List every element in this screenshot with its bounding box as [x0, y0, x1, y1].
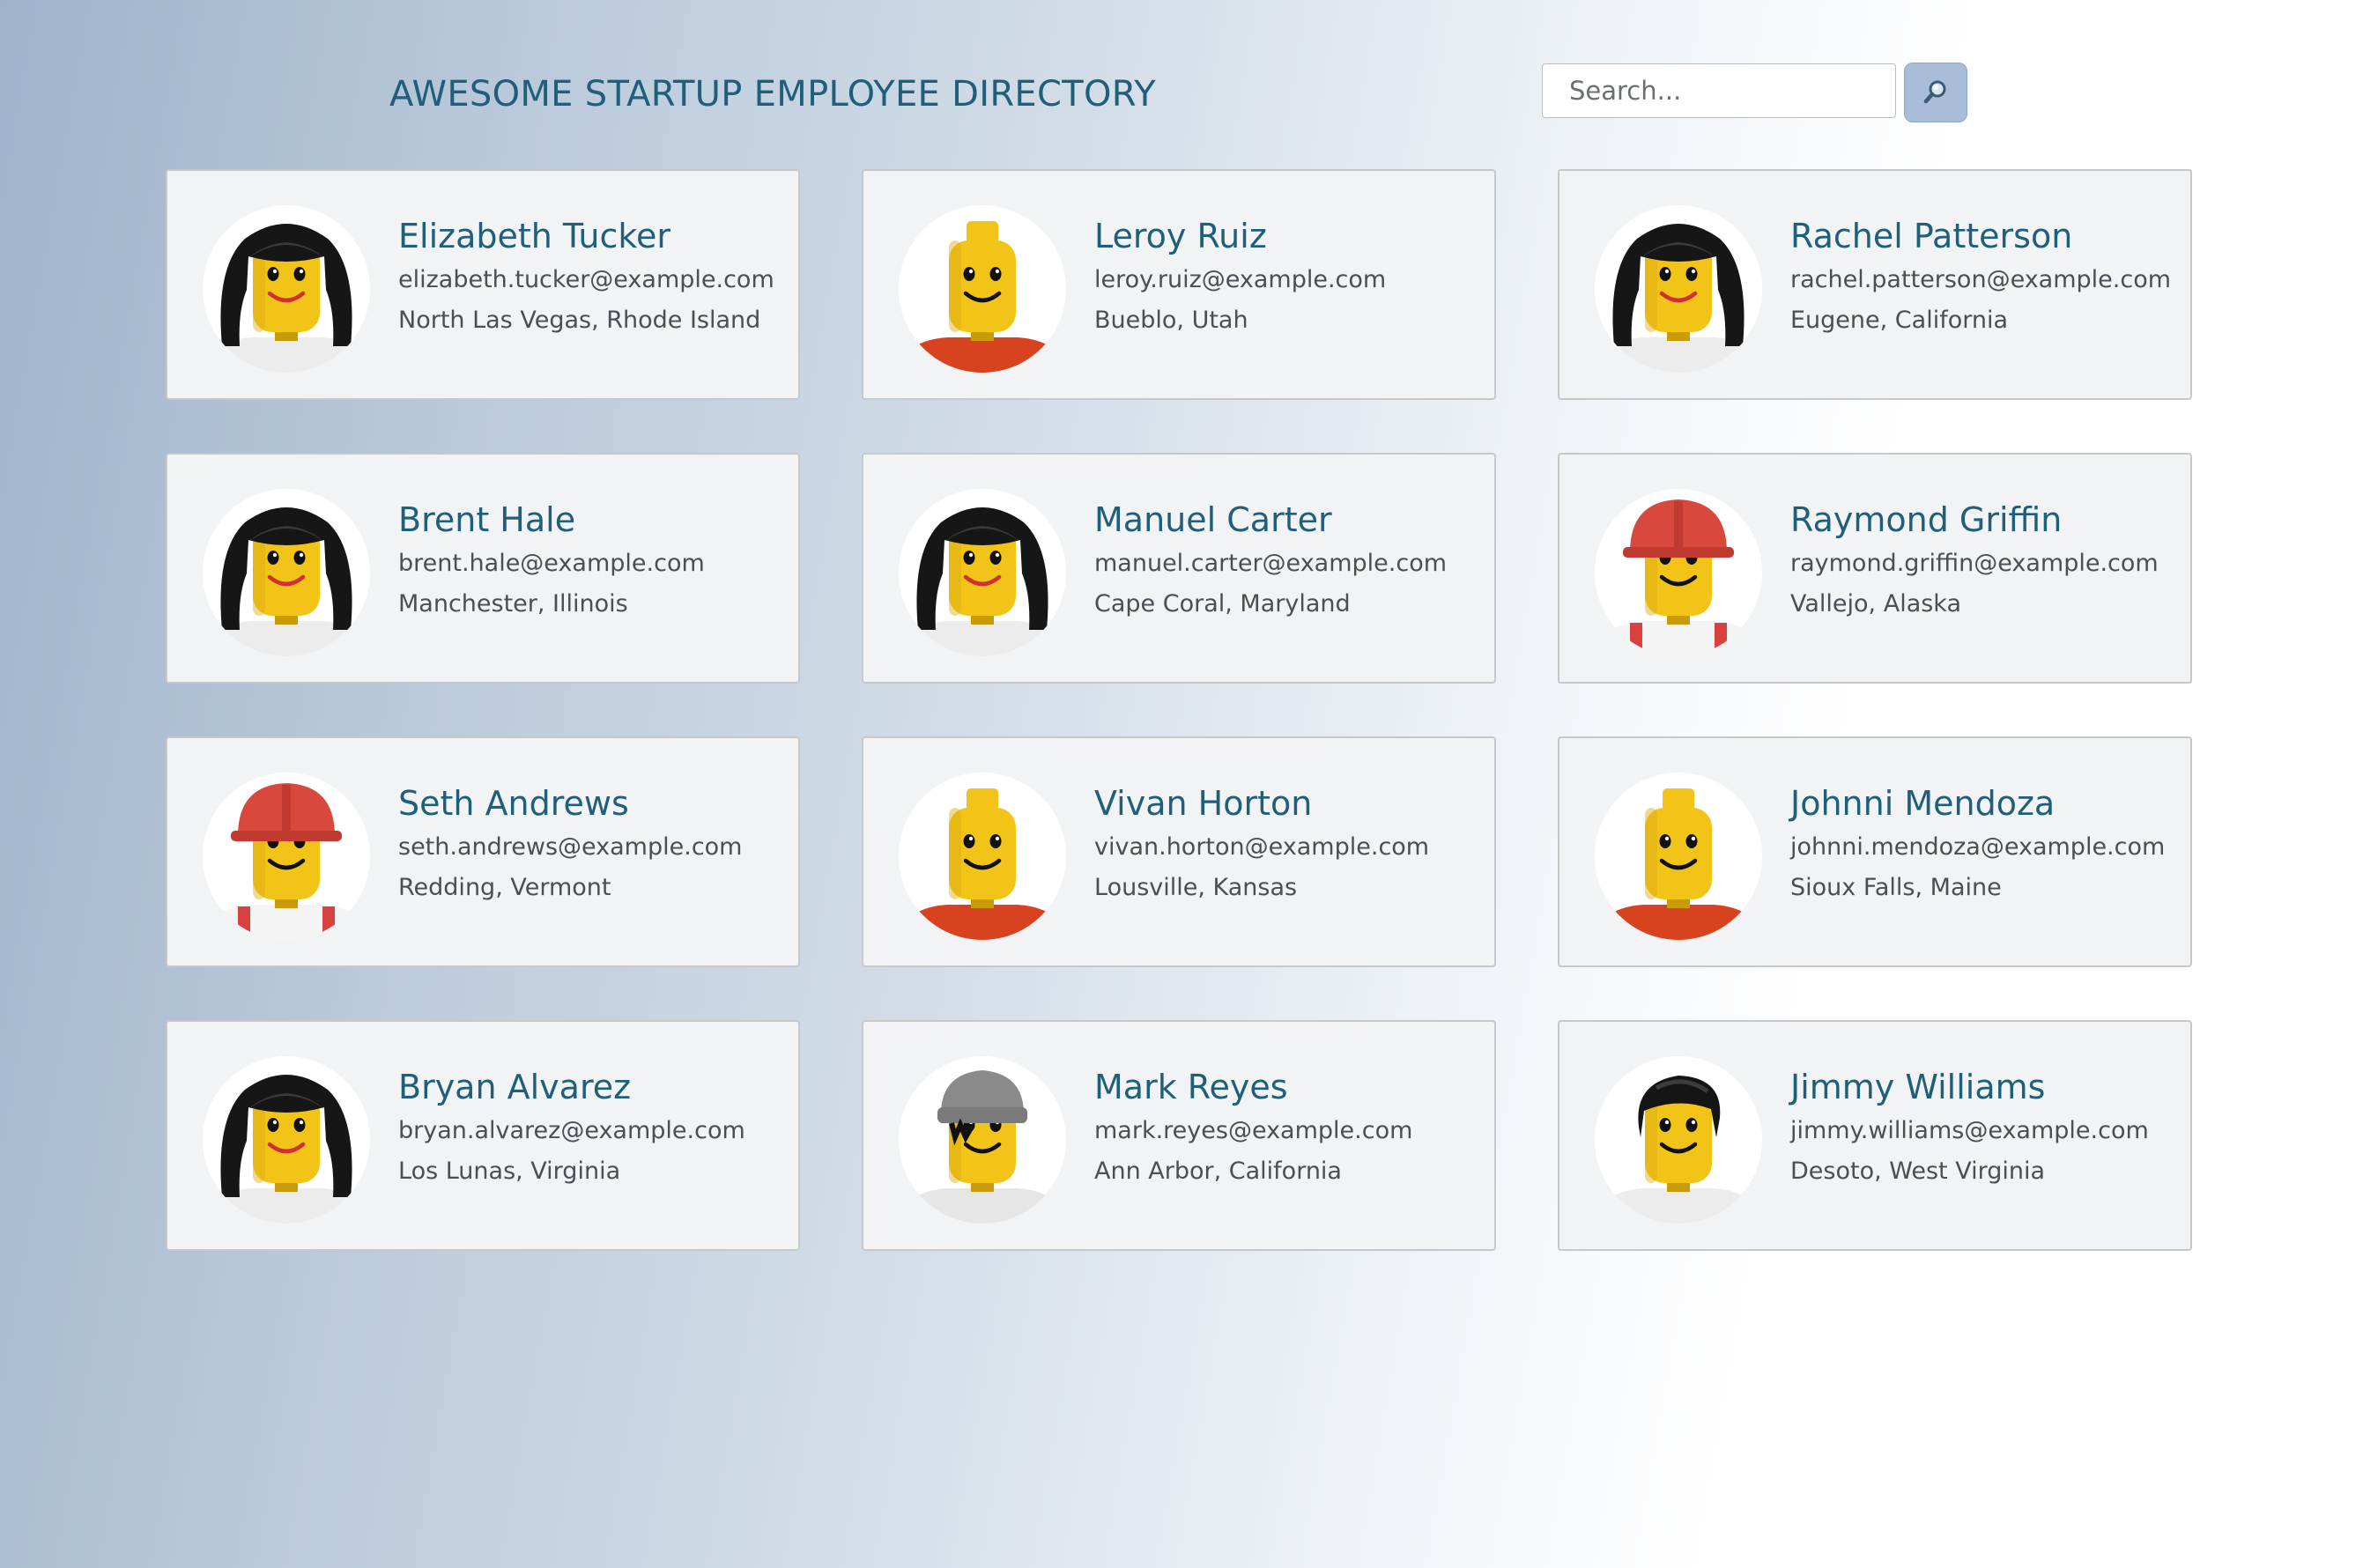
employee-name: Manuel Carter: [1094, 500, 1332, 539]
employee-location: Ann Arbor, California: [1094, 1158, 1342, 1185]
avatar: [899, 205, 1066, 373]
avatar: [899, 773, 1066, 940]
search-button[interactable]: [1904, 63, 1967, 122]
employee-card[interactable]: Seth Andrews seth.andrews@example.com Redd…: [166, 736, 800, 967]
employee-card[interactable]: Leroy Ruiz leroy.ruiz@example.com Bueblo, …: [862, 169, 1496, 400]
employee-location: Cape Coral, Maryland: [1094, 590, 1351, 618]
employee-email: brent.hale@example.com: [398, 550, 705, 577]
employee-email: jimmy.williams@example.com: [1790, 1117, 2149, 1144]
employee-location: Manchester, Illinois: [398, 590, 628, 618]
magnifying-glass-icon: [1922, 78, 1949, 107]
employee-location: Lousville, Kansas: [1094, 874, 1298, 901]
employee-email: manuel.carter@example.com: [1094, 550, 1448, 577]
employee-location: Sioux Falls, Maine: [1790, 874, 2002, 901]
employee-email: bryan.alvarez@example.com: [398, 1117, 745, 1144]
employee-grid: Elizabeth Tucker elizabeth.tucker@example…: [166, 169, 2192, 1251]
employee-card[interactable]: Rachel Patterson rachel.patterson@example…: [1558, 169, 2192, 400]
employee-location: North Las Vegas, Rhode Island: [398, 307, 761, 334]
employee-location: Redding, Vermont: [398, 874, 611, 901]
employee-name: Jimmy Williams: [1790, 1068, 2046, 1106]
employee-location: Eugene, California: [1790, 307, 2009, 334]
employee-location: Vallejo, Alaska: [1790, 590, 1962, 618]
employee-email: mark.reyes@example.com: [1094, 1117, 1413, 1144]
page-title: AWESOME STARTUP EMPLOYEE DIRECTORY: [389, 74, 1157, 115]
avatar: [203, 773, 370, 940]
avatar: [1595, 205, 1762, 373]
employee-email: johnni.mendoza@example.com: [1790, 833, 2166, 861]
employee-email: leroy.ruiz@example.com: [1094, 266, 1387, 293]
employee-name: Bryan Alvarez: [398, 1068, 632, 1106]
employee-email: elizabeth.tucker@example.com: [398, 266, 774, 293]
employee-card[interactable]: Vivan Horton vivan.horton@example.com Lous…: [862, 736, 1496, 967]
employee-name: Elizabeth Tucker: [398, 217, 670, 255]
employee-card[interactable]: Brent Hale brent.hale@example.com Manchest…: [166, 453, 800, 684]
employee-name: Brent Hale: [398, 500, 576, 539]
employee-location: Desoto, West Virginia: [1790, 1158, 2046, 1185]
avatar: [1595, 773, 1762, 940]
employee-card[interactable]: Elizabeth Tucker elizabeth.tucker@example…: [166, 169, 800, 400]
employee-location: Bueblo, Utah: [1094, 307, 1248, 334]
avatar: [203, 1056, 370, 1224]
employee-location: Los Lunas, Virginia: [398, 1158, 621, 1185]
avatar: [203, 489, 370, 656]
employee-email: vivan.horton@example.com: [1094, 833, 1430, 861]
employee-card[interactable]: Mark Reyes mark.reyes@example.com Ann Arbo…: [862, 1020, 1496, 1251]
employee-card[interactable]: Manuel Carter manuel.carter@example.com Ca…: [862, 453, 1496, 684]
employee-name: Seth Andrews: [398, 784, 629, 823]
avatar: [1595, 489, 1762, 656]
employee-name: Vivan Horton: [1094, 784, 1313, 823]
avatar: [203, 205, 370, 373]
employee-name: Mark Reyes: [1094, 1068, 1288, 1106]
employee-name: Raymond Griffin: [1790, 500, 2063, 539]
employee-email: raymond.griffin@example.com: [1790, 550, 2159, 577]
employee-card[interactable]: Raymond Griffin raymond.griffin@example.c…: [1558, 453, 2192, 684]
employee-name: Johnni Mendoza: [1790, 784, 2056, 823]
avatar: [899, 1056, 1066, 1224]
employee-card[interactable]: Johnni Mendoza johnni.mendoza@example.com…: [1558, 736, 2192, 967]
avatar: [1595, 1056, 1762, 1224]
avatar: [899, 489, 1066, 656]
employee-email: seth.andrews@example.com: [398, 833, 743, 861]
employee-name: Leroy Ruiz: [1094, 217, 1267, 255]
employee-email: rachel.patterson@example.com: [1790, 266, 2172, 293]
employee-card[interactable]: Jimmy Williams jimmy.williams@example.com…: [1558, 1020, 2192, 1251]
search-input[interactable]: [1542, 63, 1896, 118]
employee-name: Rachel Patterson: [1790, 217, 2073, 255]
employee-card[interactable]: Bryan Alvarez bryan.alvarez@example.com Lo…: [166, 1020, 800, 1251]
